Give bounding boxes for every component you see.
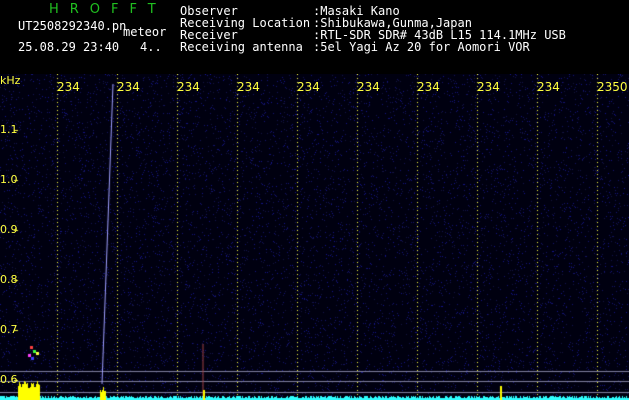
- y-tick: 0.7: [0, 323, 18, 336]
- y-tick: 0.9: [0, 223, 18, 236]
- x-tick: 234: [477, 80, 500, 94]
- info-value-antenna: :5el Yagi Az 20 for Aomori VOR: [313, 40, 530, 54]
- spectrogram: [0, 74, 629, 400]
- app-logo: HROFFT: [49, 2, 167, 17]
- x-tick: 234: [357, 80, 380, 94]
- x-tick: 2350: [597, 80, 628, 94]
- x-tick: 234: [57, 80, 80, 94]
- x-tick: 234: [177, 80, 200, 94]
- x-tick: 234: [117, 80, 140, 94]
- timestamp: 25.08.29 23:40: [18, 40, 120, 54]
- x-tick: 234: [237, 80, 260, 94]
- y-tick: 1.1: [0, 123, 18, 136]
- y-tick: 0.8: [0, 273, 18, 286]
- detection-tag: meteor: [123, 25, 167, 39]
- y-tick: 1.0: [0, 173, 18, 186]
- x-tick: 234: [537, 80, 560, 94]
- info-label-antenna: Receiving antenna: [180, 40, 303, 54]
- filename: UT2508292340.pn: [18, 19, 127, 33]
- meteor-count: 4..: [140, 40, 162, 54]
- info-labels: Observer Receiving Location Receiver Rec…: [180, 5, 310, 53]
- info-values: :Masaki Kano :Shibukawa,Gunma,Japan :RTL…: [313, 5, 566, 53]
- x-tick: 234: [417, 80, 440, 94]
- y-axis-unit: kHz: [0, 74, 21, 87]
- x-tick: 234: [297, 80, 320, 94]
- y-tick: 0.6: [0, 373, 18, 386]
